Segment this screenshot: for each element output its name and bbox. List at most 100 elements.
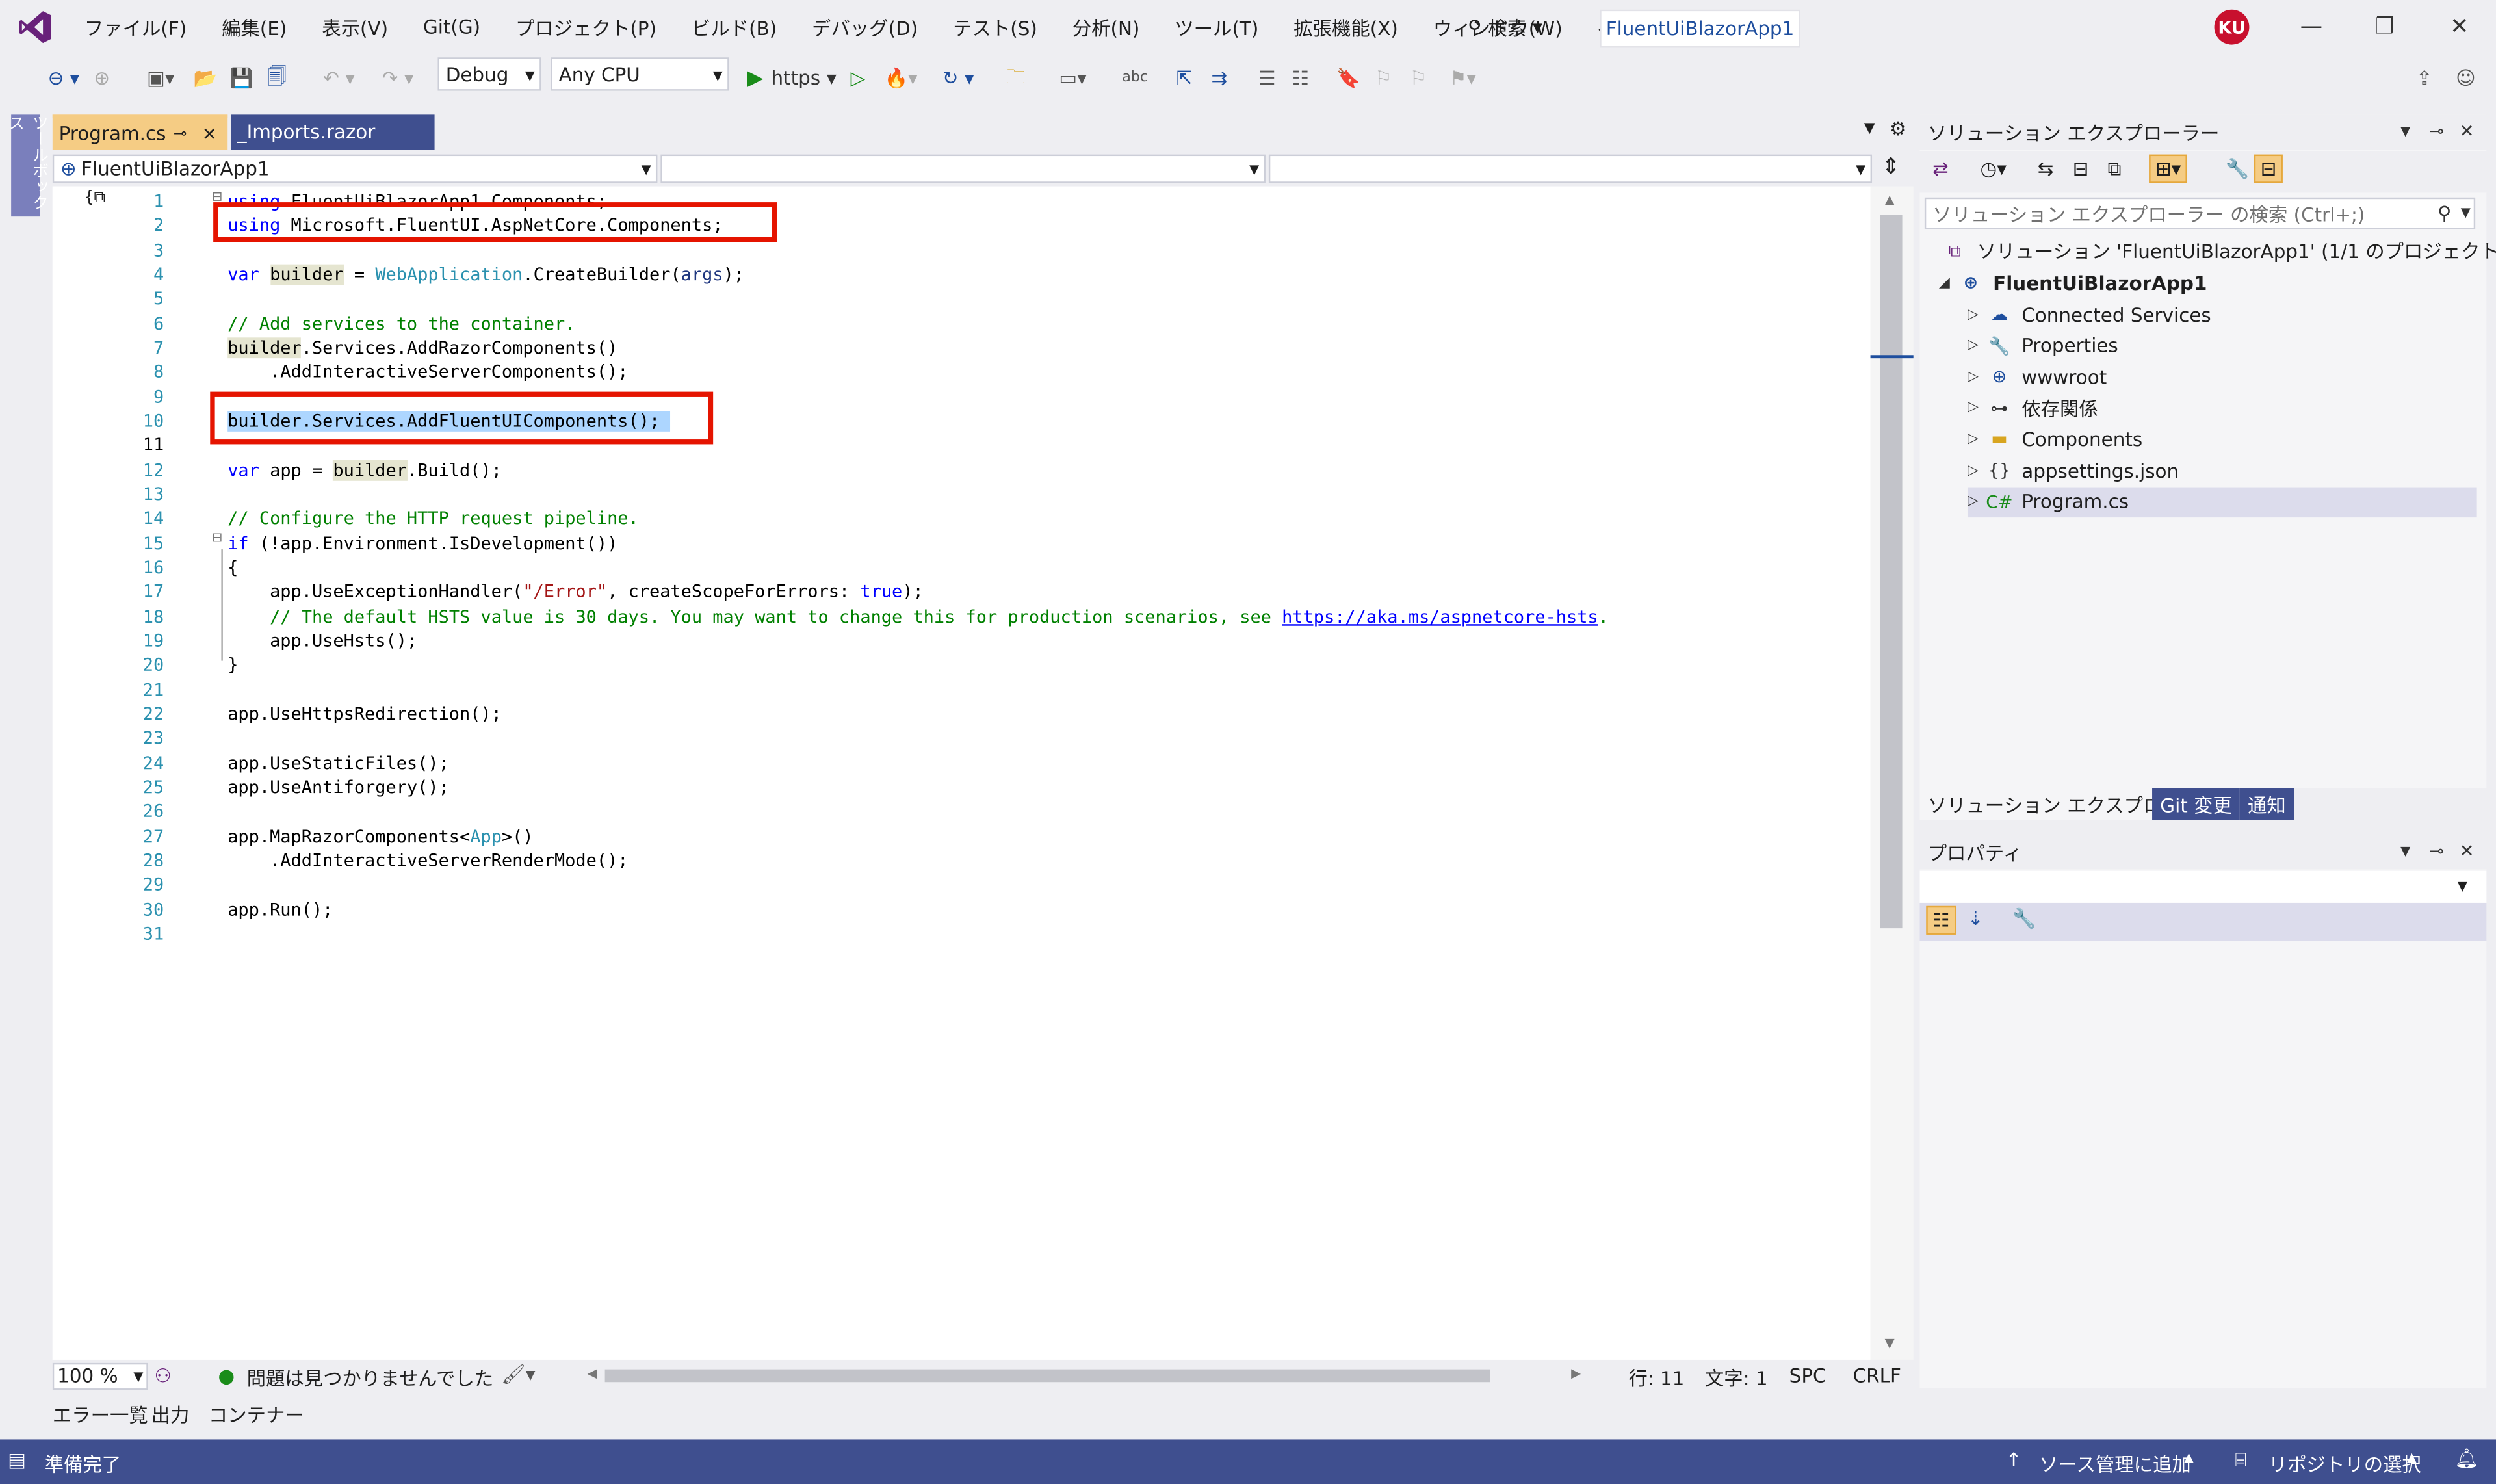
close-icon[interactable]: ✕	[2460, 840, 2475, 861]
open-folder-icon[interactable]: 📂	[191, 60, 220, 96]
collapsed-triangle-icon[interactable]: ▷	[1968, 400, 1986, 416]
history-icon[interactable]: ◷▾	[1981, 158, 2007, 180]
preview-icon[interactable]: ⊟	[2254, 154, 2283, 183]
categorized-icon[interactable]: ☷	[1926, 905, 1956, 935]
source-control-button[interactable]: ソース管理に追加	[2039, 1451, 2191, 1478]
browse-folder-icon[interactable]: 🗀	[1000, 60, 1032, 96]
collapsed-triangle-icon[interactable]: ▷	[1968, 369, 1986, 385]
sync-icon[interactable]: ⇆	[2038, 158, 2054, 180]
collapsed-triangle-icon[interactable]: ▷	[1968, 432, 1986, 447]
window-position-icon[interactable]: ▼	[2400, 124, 2410, 138]
tree-item[interactable]: ▷ ⊶ 依存関係	[1968, 393, 2098, 424]
refresh-icon[interactable]: ↻ ▾	[936, 60, 981, 96]
collapsed-triangle-icon[interactable]: ▷	[1968, 338, 1986, 354]
member-nav-select[interactable]: ▼	[1268, 154, 1873, 183]
intellicode-icon[interactable]: ⚇	[155, 1364, 172, 1386]
undo-icon[interactable]: ↶ ▾	[311, 60, 368, 96]
save-all-icon[interactable]: 🗐	[263, 60, 291, 96]
pin-icon[interactable]: ⊸	[174, 125, 187, 142]
save-icon[interactable]: 💾	[228, 60, 256, 96]
feedback-icon[interactable]: ☺	[2451, 60, 2480, 96]
start-without-debug-icon[interactable]: ▷	[847, 60, 869, 96]
expanded-triangle-icon[interactable]: ◢	[1939, 275, 1958, 291]
tab-output[interactable]: 出力	[151, 1401, 190, 1429]
wrench-icon[interactable]: 🔧	[2012, 907, 2036, 930]
object-select[interactable]: ▼	[1919, 870, 2487, 903]
menu-item-8[interactable]: 分析(N)	[1055, 14, 1158, 41]
next-bookmark-icon[interactable]: ⚐	[1407, 60, 1429, 96]
issues-text[interactable]: 問題は見つかりませんでした	[247, 1364, 494, 1392]
hot-reload-icon[interactable]: 🔥▾	[883, 60, 918, 96]
scroll-up-icon[interactable]: ▲	[1885, 192, 1895, 207]
back-icon[interactable]: ⊖ ▾	[32, 60, 96, 96]
filter-icon[interactable]: ⊞▾	[2149, 154, 2188, 183]
notification-bell-icon[interactable]: 🔔︎	[2454, 1448, 2478, 1470]
collapsed-triangle-icon[interactable]: ▷	[1968, 494, 1986, 510]
menu-item-3[interactable]: Git(G)	[406, 16, 498, 38]
collapse-icon[interactable]: ⊟	[212, 530, 222, 545]
menu-item-0[interactable]: ファイル(F)	[67, 14, 204, 41]
window-position-icon[interactable]: ▼	[2400, 844, 2410, 858]
uncomment-icon[interactable]: ☷	[1286, 60, 1315, 96]
forward-icon[interactable]: ⊕	[89, 60, 114, 96]
menu-item-10[interactable]: 拡張機能(X)	[1276, 14, 1416, 41]
tree-item[interactable]: ▷ ⊕ wwwroot	[1968, 362, 2107, 393]
menu-item-4[interactable]: プロジェクト(P)	[498, 14, 674, 41]
spell-check-icon[interactable]: abc	[1119, 60, 1151, 96]
code-editor[interactable]: {⧉ 1 2 3 4 5 6 7 8 9 10 11 12 13 14 15 16 17 18 19 20 21 22 23…	[52, 186, 1871, 1360]
menu-item-1[interactable]: 編集(E)	[204, 14, 304, 41]
whitespace-indicator[interactable]: SPC	[1789, 1364, 1826, 1386]
tab-program-cs[interactable]: Program.cs ⊸ ✕	[52, 114, 228, 150]
minimize-icon[interactable]: —	[2293, 10, 2331, 45]
zoom-select[interactable]: 100 % ▼	[52, 1362, 148, 1390]
comment-icon[interactable]: ☰	[1253, 60, 1281, 96]
pin-icon[interactable]: ⊸	[2429, 840, 2444, 861]
tree-project[interactable]: ◢ ⊕ FluentUiBlazorApp1	[1939, 268, 2207, 298]
pin-icon[interactable]: ⊸	[2429, 121, 2444, 142]
vertical-scrollbar[interactable]: ▲ ▼	[1870, 186, 1914, 1360]
tree-item[interactable]: ▷ C# Program.cs	[1967, 486, 2477, 517]
share-icon[interactable]: ⇪	[2410, 60, 2439, 96]
new-project-icon[interactable]: ▣▾	[137, 60, 185, 96]
collapse-all-icon[interactable]: ⊟	[2073, 158, 2089, 180]
tab-imports-razor[interactable]: _Imports.razor	[231, 114, 435, 150]
scroll-down-icon[interactable]: ▼	[1885, 1336, 1895, 1350]
project-nav-select[interactable]: ⊕ FluentUiBlazorApp1 ▼	[52, 154, 658, 183]
type-nav-select[interactable]: ▼	[660, 154, 1266, 183]
menu-item-9[interactable]: ツール(T)	[1157, 14, 1276, 41]
configuration-select[interactable]: Debug ▼	[437, 57, 541, 91]
scroll-left-icon[interactable]: ◀	[588, 1366, 597, 1381]
window-layout-icon[interactable]: ▭▾	[1050, 60, 1095, 96]
switch-views-icon[interactable]: ⇄	[1932, 158, 1949, 180]
line-ending-indicator[interactable]: CRLF	[1853, 1364, 1901, 1386]
tab-error-list[interactable]: エラー一覧	[53, 1401, 148, 1429]
split-window-icon[interactable]: ⇕	[1882, 155, 1901, 180]
tab-notifications[interactable]: 通知	[2239, 788, 2294, 820]
line-indicator[interactable]: 行: 11	[1628, 1364, 1684, 1392]
repository-select-button[interactable]: リポジトリの選択	[2268, 1451, 2421, 1478]
gear-icon[interactable]: ⚙	[1890, 118, 1906, 140]
close-icon[interactable]: ✕	[2440, 10, 2478, 45]
search-box[interactable]: ⚲ 検索 ▼	[1468, 10, 1542, 45]
alphabetical-icon[interactable]: ⇣	[1968, 907, 1984, 930]
toolbox-tab[interactable]: ツールボックス	[5, 114, 46, 217]
tree-solution[interactable]: ⧉ ソリューション 'FluentUiBlazorApp1' (1/1 のプロジ…	[1942, 236, 2496, 267]
split-icon[interactable]: ⇉	[1205, 60, 1234, 96]
tab-containers[interactable]: コンテナー	[209, 1401, 304, 1429]
prev-bookmark-icon[interactable]: ⚐	[1372, 60, 1394, 96]
horizontal-scroll-thumb[interactable]	[604, 1369, 1490, 1383]
close-icon[interactable]: ✕	[2460, 121, 2475, 142]
menu-item-5[interactable]: ビルド(B)	[674, 14, 794, 41]
bookmark-icon[interactable]: 🔖	[1336, 60, 1360, 96]
scroll-right-icon[interactable]: ▶	[1571, 1366, 1581, 1381]
code-cleanup-icon[interactable]: 🖌▾	[501, 1363, 535, 1385]
tree-item[interactable]: ▷ 🔧 Properties	[1968, 331, 2118, 361]
close-tab-icon[interactable]: ✕	[202, 124, 217, 144]
avatar[interactable]: KU	[2214, 9, 2250, 45]
wrench-icon[interactable]: 🔧	[2226, 158, 2250, 180]
tab-overflow-icon[interactable]: ▼	[1864, 121, 1875, 137]
tab-git-changes[interactable]: Git 変更	[2152, 788, 2241, 820]
step-icon[interactable]: ⇱	[1170, 60, 1199, 96]
tree-item[interactable]: ▷ ☁ Connected Services	[1968, 300, 2211, 330]
show-all-files-icon[interactable]: ⧉	[2107, 158, 2121, 182]
